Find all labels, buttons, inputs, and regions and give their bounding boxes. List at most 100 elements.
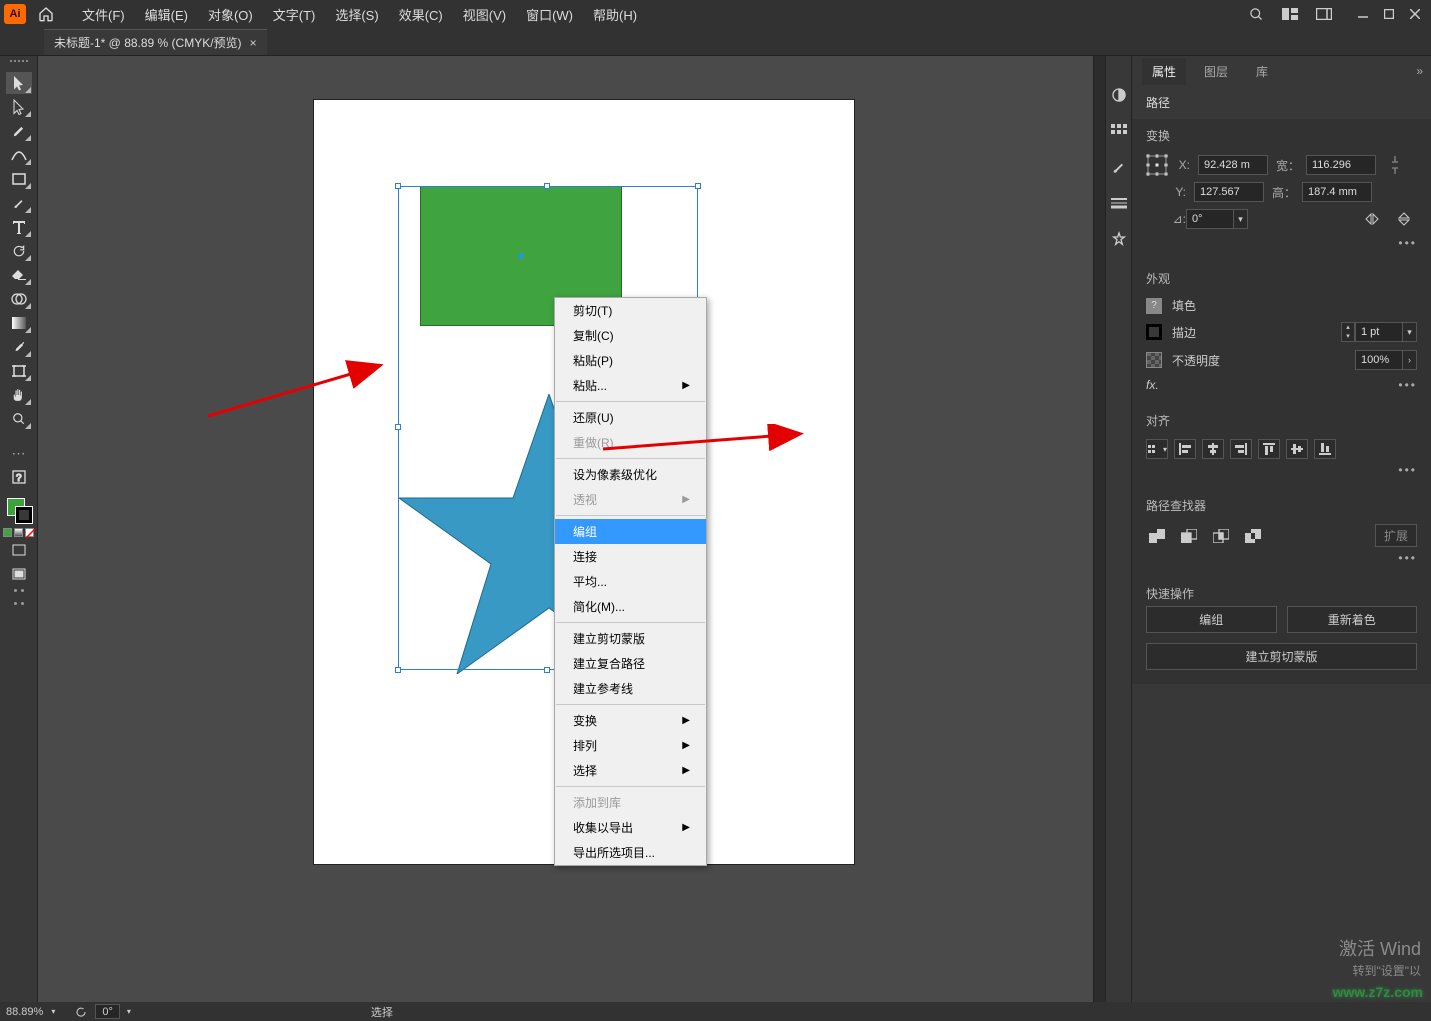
edit-toolbar-icon[interactable]: ⋯ bbox=[6, 442, 32, 464]
stroke-swatch[interactable] bbox=[15, 506, 33, 524]
window-close-icon[interactable] bbox=[1403, 3, 1427, 25]
workspace-switcher-icon[interactable] bbox=[1311, 3, 1337, 25]
dock-brushes-icon[interactable] bbox=[1110, 158, 1128, 176]
opacity-swatch-box[interactable] bbox=[1146, 352, 1162, 368]
context-menu-item[interactable]: 还原(U) bbox=[555, 405, 706, 430]
menu-help[interactable]: 帮助(H) bbox=[583, 2, 647, 27]
color-mode-swatches[interactable] bbox=[3, 528, 34, 537]
dock-swatches-icon[interactable] bbox=[1110, 122, 1128, 140]
context-menu-item[interactable]: 粘贴(P) bbox=[555, 348, 706, 373]
fill-stroke-swatches[interactable] bbox=[5, 496, 33, 524]
fill-swatch-box[interactable]: ? bbox=[1146, 298, 1162, 314]
draw-mode-icon[interactable] bbox=[6, 539, 32, 561]
stroke-swatch-box[interactable] bbox=[1146, 324, 1162, 340]
align-left-icon[interactable] bbox=[1174, 439, 1196, 459]
context-menu-item[interactable]: 建立剪切蒙版 bbox=[555, 626, 706, 651]
align-mode-dropdown[interactable]: ▾ bbox=[1146, 439, 1168, 459]
window-minimize-icon[interactable] bbox=[1351, 3, 1375, 25]
pathfinder-exclude-icon[interactable] bbox=[1242, 526, 1264, 546]
context-menu-item[interactable]: 变换▶ bbox=[555, 708, 706, 733]
angle-dropdown-icon[interactable]: ▾ bbox=[1234, 209, 1248, 229]
quick-clipmask-button[interactable]: 建立剪切蒙版 bbox=[1146, 643, 1417, 670]
pathfinder-more-icon[interactable]: ••• bbox=[1146, 551, 1417, 565]
hand-tool[interactable] bbox=[6, 384, 32, 406]
angle-input[interactable]: 0° bbox=[1186, 209, 1234, 229]
stroke-weight-dropdown-icon[interactable]: ▾ bbox=[1403, 322, 1417, 342]
vertical-scrollbar[interactable] bbox=[1093, 56, 1105, 1002]
pathfinder-unite-icon[interactable] bbox=[1146, 526, 1168, 546]
pen-tool[interactable] bbox=[6, 120, 32, 142]
gradient-tool[interactable] bbox=[6, 312, 32, 334]
align-hcenter-icon[interactable] bbox=[1202, 439, 1224, 459]
zoom-tool[interactable] bbox=[6, 408, 32, 430]
stroke-stepper[interactable]: ▴▾ bbox=[1341, 322, 1355, 342]
arrange-documents-icon[interactable] bbox=[1277, 3, 1303, 25]
context-menu-item[interactable]: 简化(M)... bbox=[555, 594, 706, 619]
context-menu-item[interactable]: 导出所选项目... bbox=[555, 840, 706, 865]
pathfinder-intersect-icon[interactable] bbox=[1210, 526, 1232, 546]
quick-recolor-button[interactable]: 重新着色 bbox=[1287, 606, 1418, 633]
help-box-icon[interactable]: ? bbox=[6, 466, 32, 488]
tab-layers[interactable]: 图层 bbox=[1194, 58, 1238, 85]
curvature-tool[interactable] bbox=[6, 144, 32, 166]
home-icon[interactable] bbox=[34, 2, 58, 26]
type-tool[interactable] bbox=[6, 216, 32, 238]
flip-vertical-icon[interactable] bbox=[1391, 208, 1417, 230]
context-menu-item[interactable]: 选择▶ bbox=[555, 758, 706, 783]
screen-mode-icon[interactable] bbox=[6, 563, 32, 585]
context-menu-item[interactable]: 建立参考线 bbox=[555, 676, 706, 701]
x-input[interactable]: 92.428 m bbox=[1198, 155, 1268, 175]
toolbox-grabber[interactable] bbox=[5, 60, 33, 68]
align-bottom-icon[interactable] bbox=[1314, 439, 1336, 459]
menu-type[interactable]: 文字(T) bbox=[263, 2, 326, 27]
pathfinder-expand-button[interactable]: 扩展 bbox=[1375, 524, 1417, 547]
context-menu-item[interactable]: 编组 bbox=[555, 519, 706, 544]
align-top-icon[interactable] bbox=[1258, 439, 1280, 459]
context-menu-item[interactable]: 平均... bbox=[555, 569, 706, 594]
context-menu-item[interactable]: 粘贴...▶ bbox=[555, 373, 706, 398]
search-icon[interactable] bbox=[1243, 3, 1269, 25]
tab-properties[interactable]: 属性 bbox=[1142, 58, 1186, 85]
align-vcenter-icon[interactable] bbox=[1286, 439, 1308, 459]
transform-more-icon[interactable]: ••• bbox=[1146, 236, 1417, 250]
link-wh-icon[interactable] bbox=[1390, 154, 1400, 176]
height-input[interactable]: 187.4 mm bbox=[1302, 182, 1372, 202]
menu-view[interactable]: 视图(V) bbox=[453, 2, 516, 27]
document-tab[interactable]: 未标题-1* @ 88.89 % (CMYK/预览) × bbox=[44, 29, 267, 55]
context-menu-item[interactable]: 剪切(T) bbox=[555, 298, 706, 323]
opacity-dropdown-icon[interactable]: › bbox=[1403, 350, 1417, 370]
stroke-weight-input[interactable]: 1 pt bbox=[1355, 322, 1403, 342]
direct-selection-tool[interactable] bbox=[6, 96, 32, 118]
quick-group-button[interactable]: 编组 bbox=[1146, 606, 1277, 633]
dock-symbols-icon[interactable] bbox=[1110, 230, 1128, 248]
close-tab-icon[interactable]: × bbox=[250, 36, 257, 50]
reference-point-icon[interactable] bbox=[1146, 154, 1168, 176]
align-more-icon[interactable]: ••• bbox=[1146, 463, 1417, 477]
pathfinder-minus-front-icon[interactable] bbox=[1178, 526, 1200, 546]
opacity-input[interactable]: 100% bbox=[1355, 350, 1403, 370]
context-menu-item[interactable]: 排列▶ bbox=[555, 733, 706, 758]
selection-tool[interactable] bbox=[6, 72, 32, 94]
flip-horizontal-icon[interactable] bbox=[1359, 208, 1385, 230]
context-menu-item[interactable]: 设为像素级优化 bbox=[555, 462, 706, 487]
paintbrush-tool[interactable] bbox=[6, 192, 32, 214]
rotate-view[interactable]: 0°▾ bbox=[75, 1004, 131, 1019]
eraser-tool[interactable] bbox=[6, 264, 32, 286]
artboard-tool[interactable] bbox=[6, 360, 32, 382]
context-menu-item[interactable]: 连接 bbox=[555, 544, 706, 569]
rectangle-tool[interactable] bbox=[6, 168, 32, 190]
menu-window[interactable]: 窗口(W) bbox=[516, 2, 583, 27]
shape-builder-tool[interactable] bbox=[6, 288, 32, 310]
appearance-more-icon[interactable]: ••• bbox=[1398, 378, 1417, 392]
toolbox-expand-handle[interactable] bbox=[14, 589, 24, 611]
menu-object[interactable]: 对象(O) bbox=[198, 2, 263, 27]
tab-libraries[interactable]: 库 bbox=[1246, 58, 1278, 85]
context-menu-item[interactable]: 收集以导出▶ bbox=[555, 815, 706, 840]
context-menu-item[interactable]: 复制(C) bbox=[555, 323, 706, 348]
window-maximize-icon[interactable] bbox=[1377, 3, 1401, 25]
context-menu-item[interactable]: 建立复合路径 bbox=[555, 651, 706, 676]
panel-collapse-icon[interactable]: » bbox=[1408, 60, 1431, 82]
dock-stroke-icon[interactable] bbox=[1110, 194, 1128, 212]
dock-color-icon[interactable] bbox=[1110, 86, 1128, 104]
canvas[interactable]: 剪切(T)复制(C)粘贴(P)粘贴...▶还原(U)重做(R)设为像素级优化透视… bbox=[38, 56, 1093, 1002]
